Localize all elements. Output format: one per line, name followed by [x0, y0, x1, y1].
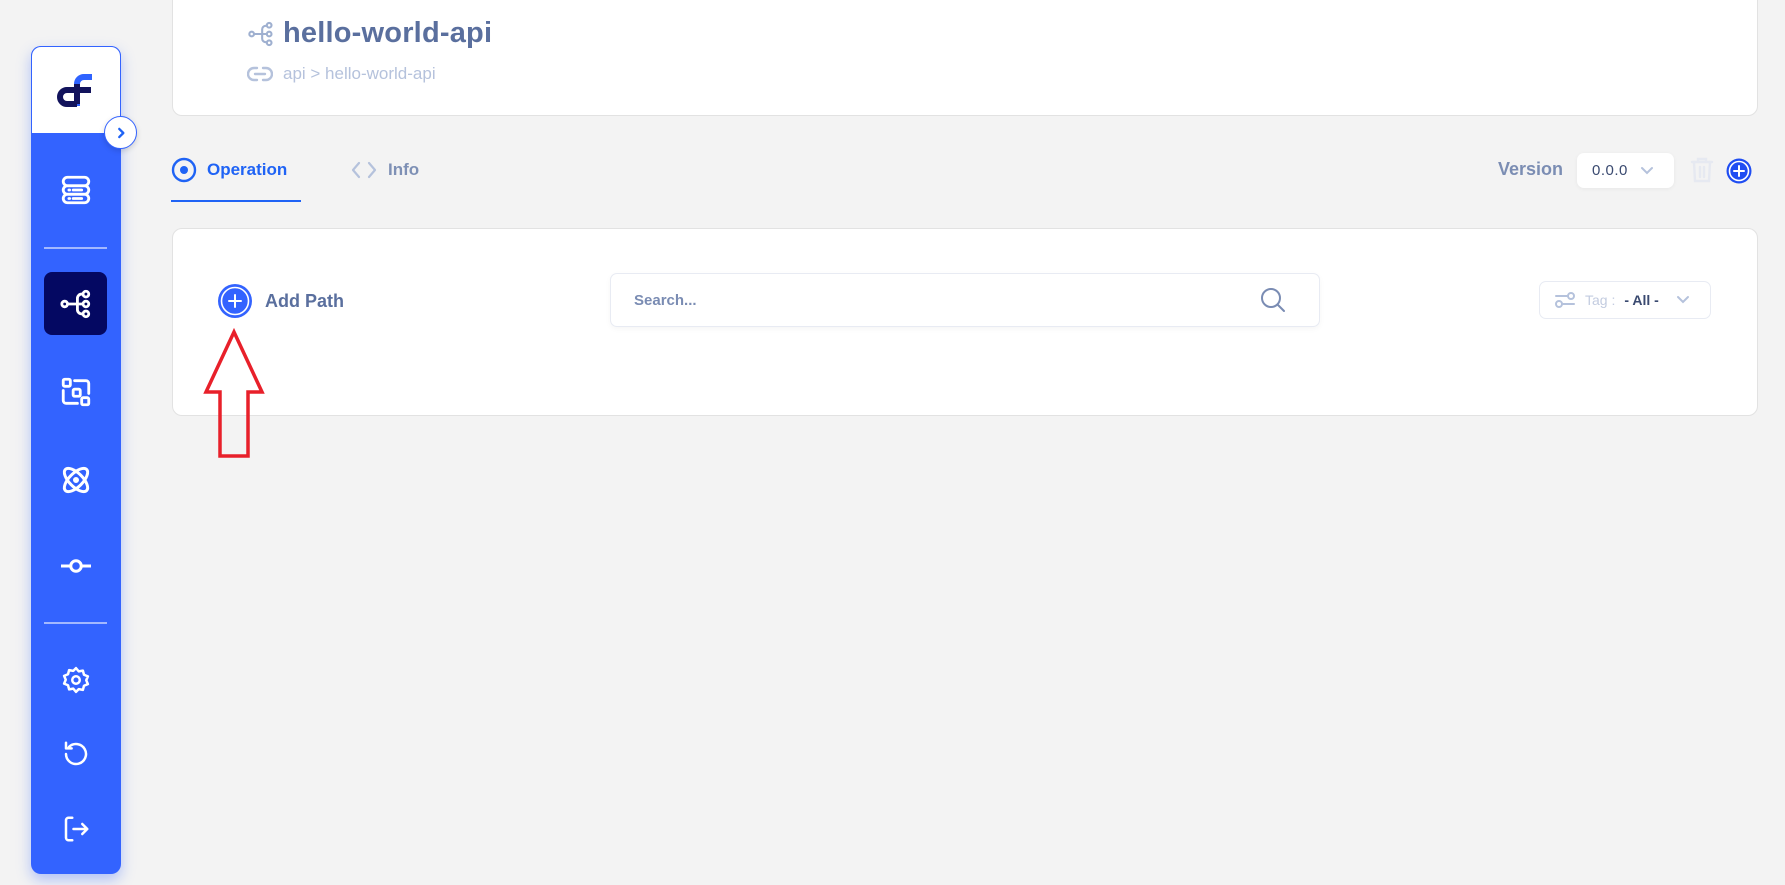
sidebar-collapse-button[interactable]: [104, 116, 137, 149]
page-title: hello-world-api: [283, 17, 493, 49]
sidebar-item-servers[interactable]: [44, 158, 107, 221]
sidebar-item-settings[interactable]: [44, 648, 107, 711]
search-icon[interactable]: [1259, 286, 1287, 314]
search-container: [610, 273, 1320, 327]
chevron-right-icon: [117, 127, 124, 138]
operations-card: Add Path Tag : - All -: [172, 228, 1758, 416]
tab-label: Info: [388, 160, 420, 179]
sidebar-item-commits[interactable]: [44, 534, 107, 597]
tab-label: Operation: [207, 160, 288, 179]
add-path-button[interactable]: Add Path: [217, 283, 344, 319]
plus-circle-icon: [1726, 158, 1752, 184]
breadcrumb-text[interactable]: api > hello-world-api: [283, 64, 436, 84]
chevron-down-icon: [1640, 166, 1653, 174]
api-tree-icon: [59, 289, 90, 318]
atom-icon: [62, 466, 89, 493]
add-path-label: Add Path: [265, 290, 344, 311]
history-icon: [64, 741, 87, 765]
api-tree-icon: [248, 21, 273, 46]
version-value: 0.0.0: [1592, 162, 1628, 179]
sidebar-item-integrations[interactable]: [44, 448, 107, 511]
gear-icon: [62, 666, 89, 693]
plus-circle-icon: [218, 284, 252, 318]
api-title-row: hello-world-api: [247, 17, 492, 50]
app-logo[interactable]: [31, 46, 121, 133]
tab-info[interactable]: Info: [350, 155, 419, 185]
tag-filter-label: Tag :: [1585, 292, 1616, 308]
server-icon: [61, 175, 90, 204]
logout-icon: [64, 816, 88, 841]
api-header-card: hello-world-api api > hello-world-api: [172, 0, 1758, 116]
sidebar: [31, 46, 121, 874]
chevron-down-icon: [1676, 296, 1689, 304]
tag-filter-value: - All -: [1624, 292, 1659, 308]
sidebar-divider: [44, 247, 107, 249]
sidebar-item-history[interactable]: [44, 722, 107, 785]
sidebar-divider: [44, 622, 107, 624]
sidebar-item-apis[interactable]: [44, 272, 107, 335]
link-icon: [247, 66, 273, 82]
logo-icon: [57, 74, 92, 107]
version-label: Version: [1498, 159, 1564, 179]
code-brackets-icon: [351, 161, 377, 179]
delete-version-button[interactable]: [1690, 156, 1714, 184]
scan-icon: [61, 377, 90, 406]
tag-filter-select[interactable]: Tag : - All -: [1539, 281, 1711, 319]
radio-target-icon: [171, 157, 197, 183]
trash-icon: [1690, 157, 1714, 183]
tab-operation[interactable]: Operation: [171, 155, 287, 185]
active-tab-indicator: [171, 200, 301, 202]
sidebar-item-scan[interactable]: [44, 360, 107, 423]
search-input[interactable]: [611, 274, 1259, 326]
filter-sliders-icon: [1555, 292, 1575, 308]
sidebar-item-logout[interactable]: [44, 797, 107, 860]
commit-icon: [60, 558, 91, 573]
add-version-button[interactable]: [1726, 158, 1752, 184]
version-select[interactable]: 0.0.0: [1577, 153, 1674, 188]
breadcrumb: api > hello-world-api: [247, 64, 436, 84]
